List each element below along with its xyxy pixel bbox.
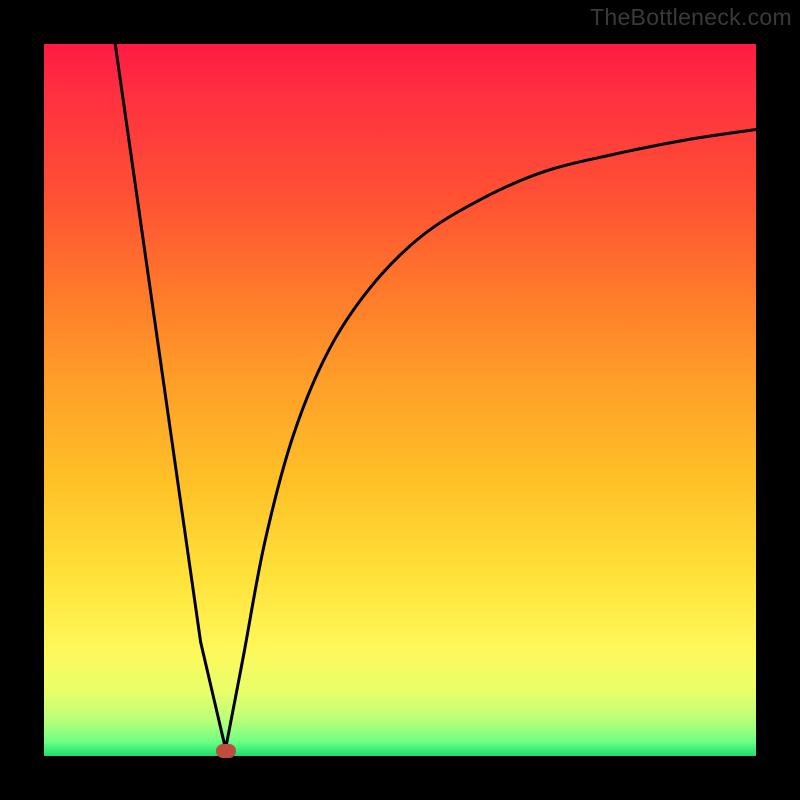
attribution-text: TheBottleneck.com — [590, 4, 792, 31]
optimum-marker — [216, 744, 236, 758]
plot-area — [44, 44, 756, 756]
bottleneck-curve — [44, 44, 756, 756]
chart-frame: TheBottleneck.com — [0, 0, 800, 800]
curve-path — [115, 44, 756, 749]
